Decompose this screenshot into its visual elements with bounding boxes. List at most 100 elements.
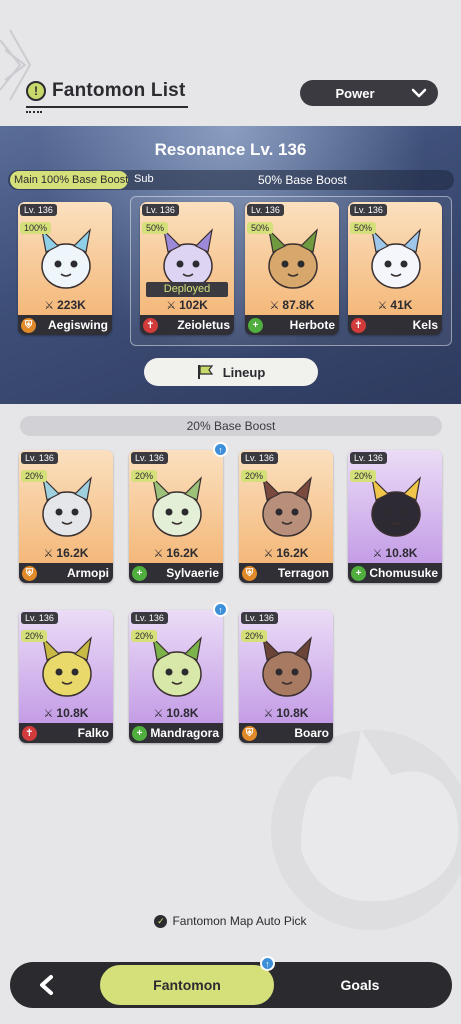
role-dps-icon: ✝ xyxy=(143,317,158,333)
power-swords-icon: ⚔ xyxy=(43,708,54,720)
tab-fantomon[interactable]: Fantomon xyxy=(98,963,276,1007)
fantomon-name: Zeioletus xyxy=(177,318,230,332)
role-dps-icon: ✝ xyxy=(22,725,37,741)
fantomon-name: Aegiswing xyxy=(47,318,108,332)
power-swords-icon: ⚔ xyxy=(269,300,280,312)
fantomon-name: Kels xyxy=(412,318,438,332)
flag-icon xyxy=(197,365,213,379)
level-badge: Lv. 136 xyxy=(131,452,168,464)
power-number: 41K xyxy=(390,298,413,312)
fantomon-name: Sylvaerie xyxy=(166,566,219,580)
power-swords-icon: ⚔ xyxy=(153,708,164,720)
name-bar: + Sylvaerie xyxy=(129,563,223,583)
header: ! Fantomon List Power xyxy=(0,76,461,116)
name-bar: ⛨ Armopi xyxy=(19,563,113,583)
level-badge: Lv. 136 xyxy=(241,612,278,624)
role-tank-icon: ⛨ xyxy=(22,565,37,581)
power-value: ⚔ 16.2K xyxy=(129,546,223,560)
resonance-title: Resonance Lv. 136 xyxy=(154,140,307,159)
reserve-boost-bar: 20% Base Boost xyxy=(20,416,442,436)
main-boost-text: 100% Base Boost xyxy=(40,174,129,186)
boost-badge: 50% xyxy=(247,222,274,234)
fantomon-card[interactable]: Lv. 136 50% ⚔ 87.8K + Herbote xyxy=(245,202,339,335)
level-badge: Lv. 136 xyxy=(131,612,168,624)
power-swords-icon: ⚔ xyxy=(377,300,388,312)
tab-goals-label: Goals xyxy=(340,977,380,993)
power-number: 16.2K xyxy=(276,546,309,560)
power-value: ⚔ 10.8K xyxy=(348,546,442,560)
power-swords-icon: ⚔ xyxy=(372,548,383,560)
boost-badge: 50% xyxy=(350,222,377,234)
lineup-button[interactable]: Lineup xyxy=(144,358,318,386)
role-tank-icon: ⛨ xyxy=(242,725,257,741)
power-value: ⚔ 87.8K xyxy=(245,298,339,312)
resonance-panel: Resonance Lv. 136 Main 100% Base Boost S… xyxy=(0,126,461,404)
fantomon-name: Armopi xyxy=(67,566,109,580)
main-tag: Main xyxy=(14,174,38,186)
fantomon-card[interactable]: Lv. 136 20% ⚔ 16.2K + Sylvaerie xyxy=(129,450,223,583)
fantomon-name: Mandragora xyxy=(150,726,219,740)
fantomon-card[interactable]: Lv. 136 50% ⚔ 41K ✝ Kels xyxy=(348,202,442,335)
power-value: ⚔ 10.8K xyxy=(129,706,223,720)
fantomon-name: Chomusuke xyxy=(369,566,438,580)
title-group: ! Fantomon List xyxy=(26,80,185,102)
info-alert-icon[interactable]: ! xyxy=(26,81,46,101)
fantomon-card[interactable]: Lv. 136 20% ⚔ 10.8K + Mandragora xyxy=(129,610,223,743)
sort-dropdown[interactable]: Power xyxy=(300,80,438,106)
chevron-left-icon xyxy=(40,975,53,995)
power-number: 16.2K xyxy=(56,546,89,560)
tab-goals[interactable]: Goals xyxy=(290,962,430,1008)
fantomon-name: Boaro xyxy=(294,726,329,740)
boost-badge: 100% xyxy=(20,222,52,234)
fantomon-card[interactable]: Lv. 136 50% Deployed ⚔ 102K ✝ Zeioletus xyxy=(140,202,234,335)
page-title: Fantomon List xyxy=(52,80,186,101)
auto-pick-toggle[interactable]: ✓ Fantomon Map Auto Pick xyxy=(0,914,461,928)
power-number: 16.2K xyxy=(166,546,199,560)
role-heal-icon: + xyxy=(248,317,263,333)
boost-badge: 20% xyxy=(350,470,377,482)
chevron-down-icon xyxy=(400,80,438,106)
level-badge: Lv. 136 xyxy=(247,204,284,216)
power-swords-icon: ⚔ xyxy=(263,708,274,720)
boost-badge: 20% xyxy=(241,630,268,642)
fantomon-card[interactable]: Lv. 136 20% ⚔ 16.2K ⛨ Armopi xyxy=(19,450,113,583)
power-value: ⚔ 16.2K xyxy=(19,546,113,560)
boost-bar: Main 100% Base Boost Sub 50% Base Boost xyxy=(8,170,454,190)
boost-badge: 20% xyxy=(21,470,48,482)
power-number: 10.8K xyxy=(385,546,418,560)
power-value: ⚔ 102K xyxy=(140,298,234,312)
power-number: 223K xyxy=(57,298,86,312)
boost-badge: 20% xyxy=(21,630,48,642)
fantomon-card[interactable]: Lv. 136 100% ⚔ 223K ⛨ Aegiswing xyxy=(18,202,112,335)
back-button[interactable] xyxy=(10,962,84,1008)
fantomon-card[interactable]: Lv. 136 20% ⚔ 16.2K ⛨ Terragon xyxy=(239,450,333,583)
power-value: ⚔ 10.8K xyxy=(19,706,113,720)
level-badge: Lv. 136 xyxy=(350,204,387,216)
fantomon-name: Herbote xyxy=(289,318,335,332)
fantomon-name: Terragon xyxy=(277,566,329,580)
level-badge: Lv. 136 xyxy=(20,204,57,216)
boost-badge: 20% xyxy=(131,470,158,482)
tab-fantomon-label: Fantomon xyxy=(153,977,221,993)
name-bar: ⛨ Aegiswing xyxy=(18,315,112,335)
fantomon-name: Falko xyxy=(77,726,109,740)
checkmark-icon: ✓ xyxy=(154,914,168,928)
role-tank-icon: ⛨ xyxy=(242,565,257,581)
fantomon-card[interactable]: Lv. 136 20% ⚔ 10.8K ✝ Falko xyxy=(19,610,113,743)
level-badge: Lv. 136 xyxy=(21,612,58,624)
main-boost-pill: Main 100% Base Boost xyxy=(10,171,128,189)
boost-badge: 50% xyxy=(142,222,169,234)
power-number: 10.8K xyxy=(276,706,309,720)
power-swords-icon: ⚔ xyxy=(43,548,54,560)
auto-pick-label: Fantomon Map Auto Pick xyxy=(172,914,307,928)
boost-badge: 20% xyxy=(241,470,268,482)
power-value: ⚔ 16.2K xyxy=(239,546,333,560)
role-heal-icon: + xyxy=(351,565,366,581)
boost-badge: 20% xyxy=(131,630,158,642)
sub-boost-text: 50% Base Boost xyxy=(258,173,347,187)
role-heal-icon: + xyxy=(132,565,147,581)
name-bar: + Herbote xyxy=(245,315,339,335)
fantomon-card[interactable]: Lv. 136 20% ⚔ 10.8K + Chomusuke xyxy=(348,450,442,583)
fantomon-card[interactable]: Lv. 136 20% ⚔ 10.8K ⛨ Boaro xyxy=(239,610,333,743)
level-badge: Lv. 136 xyxy=(350,452,387,464)
